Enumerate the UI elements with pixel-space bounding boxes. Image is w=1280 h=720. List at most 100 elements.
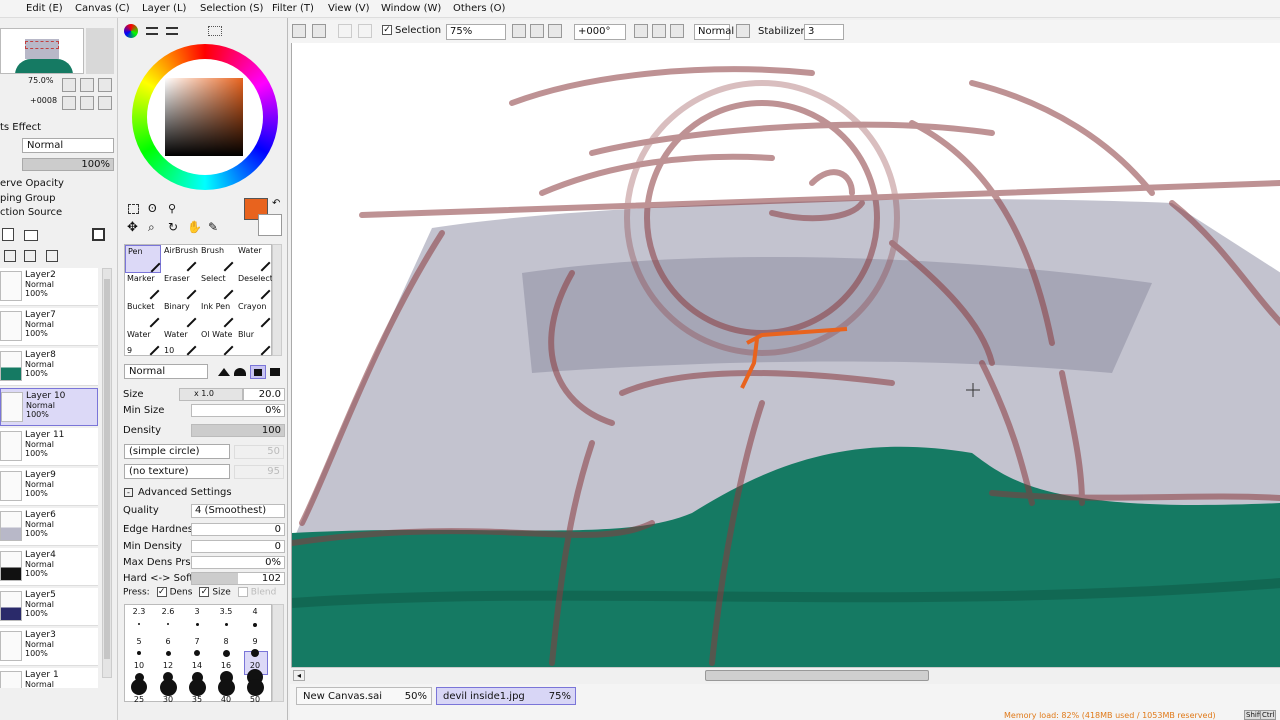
max-dens-slider[interactable]: 0% bbox=[191, 556, 285, 569]
min-density-slider[interactable]: 0 bbox=[191, 540, 285, 553]
rotate-right-button[interactable] bbox=[80, 96, 94, 110]
layer-row[interactable]: Layer4 Normal 100% bbox=[0, 548, 98, 586]
clipping-group-option[interactable]: ping Group bbox=[0, 193, 55, 204]
rotate-reset-button[interactable] bbox=[98, 96, 112, 110]
edge-hardness-slider[interactable]: 0 bbox=[191, 523, 285, 536]
size-row[interactable]: Size x 1.0 20.0 bbox=[123, 388, 285, 402]
brush-grid-scrollbar[interactable] bbox=[272, 244, 282, 356]
brush-size-dot[interactable] bbox=[246, 678, 264, 696]
advanced-settings-toggle[interactable]: - Advanced Settings bbox=[124, 487, 284, 500]
brush-size-dot[interactable] bbox=[137, 651, 141, 655]
move-icon[interactable]: ✥ bbox=[127, 220, 138, 235]
tip-square-icon[interactable] bbox=[270, 368, 280, 376]
layer-mask-icon[interactable] bbox=[92, 228, 105, 241]
secondary-color-swatch[interactable] bbox=[258, 214, 282, 236]
quality-select[interactable]: 4 (Smoothest) bbox=[191, 504, 285, 518]
brush-size-dot[interactable] bbox=[251, 649, 259, 657]
color-modes-row[interactable] bbox=[124, 24, 244, 38]
navigator-rotation[interactable]: +0008 bbox=[30, 96, 57, 105]
max-dens-row[interactable]: Max Dens Prs. 0% bbox=[123, 556, 285, 570]
brush-preset[interactable]: Bucket bbox=[125, 301, 161, 329]
canvas-hscroll[interactable]: ◂ bbox=[291, 667, 1280, 683]
hscroll-thumb[interactable] bbox=[705, 670, 929, 681]
blend-mode-select[interactable]: Normal bbox=[694, 24, 734, 40]
selection-toggle[interactable]: ✓ Selection bbox=[382, 25, 441, 36]
brush-size-dot[interactable] bbox=[222, 649, 230, 657]
menu-layer[interactable]: Layer (L) bbox=[142, 3, 186, 14]
flip-canvas-button[interactable] bbox=[736, 24, 750, 38]
brush-preset[interactable]: Ink Pen bbox=[199, 301, 235, 329]
layer-row[interactable]: Layer8 Normal 100% bbox=[0, 348, 98, 386]
color-sv-square[interactable] bbox=[165, 78, 243, 156]
brush-preset[interactable]: Brush bbox=[199, 245, 235, 273]
navigator-thumbnail[interactable] bbox=[0, 28, 84, 74]
min-size-row[interactable]: Min Size 0% bbox=[123, 404, 285, 418]
layer-row[interactable]: Layer2 Normal 100% bbox=[0, 268, 98, 306]
new-layer-icon[interactable] bbox=[2, 228, 14, 241]
size-value[interactable]: 20.0 bbox=[243, 388, 285, 401]
deselect-button[interactable] bbox=[338, 24, 352, 38]
rotate-cw-button[interactable] bbox=[652, 24, 666, 38]
layer-row[interactable]: Layer 10 Normal 100% bbox=[0, 388, 98, 426]
magic-wand-icon[interactable]: ⚲ bbox=[168, 202, 176, 215]
lasso-icon[interactable]: ʘ bbox=[148, 202, 157, 215]
zoom-in-button[interactable] bbox=[80, 78, 94, 92]
preserve-opacity-option[interactable]: erve Opacity bbox=[0, 178, 64, 189]
brush-preset[interactable]: AirBrush bbox=[162, 245, 198, 273]
brush-size-dot[interactable] bbox=[188, 678, 206, 696]
swatches-tab-icon[interactable] bbox=[208, 26, 222, 36]
navigator-zoom[interactable]: 75.0% bbox=[28, 76, 53, 85]
brush-size-dot[interactable] bbox=[195, 623, 199, 626]
toolbar-zoom-reset-button[interactable] bbox=[548, 24, 562, 38]
brush-preset[interactable]: Water bbox=[236, 245, 272, 273]
layer-row[interactable]: Layer3 Normal 100% bbox=[0, 628, 98, 666]
brush-size-dot[interactable] bbox=[138, 623, 140, 625]
menu-view[interactable]: View (V) bbox=[328, 3, 370, 14]
zoom-reset-button[interactable] bbox=[98, 78, 112, 92]
quality-row[interactable]: Quality 4 (Smoothest) bbox=[123, 504, 285, 518]
dens-checkbox[interactable]: ✓ bbox=[156, 587, 167, 597]
brush-size-dot[interactable] bbox=[165, 650, 171, 656]
brush-size-dot[interactable] bbox=[159, 678, 177, 696]
menu-selection[interactable]: Selection (S) bbox=[200, 3, 263, 14]
hard-soft-row[interactable]: Hard <-> Soft 102 bbox=[123, 572, 285, 586]
toolbar-zoom-out-button[interactable] bbox=[512, 24, 526, 38]
zoom-out-button[interactable] bbox=[62, 78, 76, 92]
drawing-canvas[interactable] bbox=[291, 43, 1280, 667]
rotate-zero-button[interactable] bbox=[670, 24, 684, 38]
rect-select-icon[interactable] bbox=[128, 204, 139, 214]
canvas-tab-devil-inside[interactable]: devil inside1.jpg 75% bbox=[436, 687, 576, 705]
brush-preset[interactable]: Pen bbox=[125, 245, 161, 273]
clear-icon[interactable] bbox=[24, 250, 36, 262]
brush-preset[interactable]: Crayon bbox=[236, 301, 272, 329]
brush-size-dot[interactable] bbox=[167, 623, 169, 625]
invert-selection-button[interactable] bbox=[358, 24, 372, 38]
size-checkbox[interactable]: ✓ bbox=[199, 587, 210, 597]
layer-row[interactable]: Layer9 Normal 100% bbox=[0, 468, 98, 506]
merge-icon[interactable] bbox=[4, 250, 16, 262]
zoom-select[interactable]: 75% bbox=[446, 24, 506, 40]
color-wheel-tab-icon[interactable] bbox=[124, 24, 138, 38]
scroll-left-button[interactable]: ◂ bbox=[293, 670, 305, 681]
brush-preset[interactable]: Marker bbox=[125, 273, 161, 301]
brush-texture-select[interactable]: (no texture) bbox=[124, 464, 230, 479]
brush-blend-mode-select[interactable]: Normal bbox=[124, 364, 208, 379]
selection-source-option[interactable]: ction Source bbox=[0, 207, 62, 218]
rgb-slider-tab-icon[interactable] bbox=[146, 27, 158, 35]
size-mult-select[interactable]: x 1.0 bbox=[179, 388, 243, 401]
stabilizer-select[interactable]: 3 bbox=[804, 24, 844, 40]
brush-preset[interactable]: Deselect bbox=[236, 273, 273, 301]
brush-preset[interactable]: Ol Wate bbox=[199, 329, 235, 357]
layer-row[interactable]: Layer 1 Normal bbox=[0, 668, 98, 688]
brush-size-dot[interactable] bbox=[194, 650, 200, 656]
selection-checkbox[interactable]: ✓ bbox=[382, 25, 392, 35]
brush-preset[interactable]: Blur bbox=[236, 329, 272, 357]
brush-shape-select[interactable]: (simple circle) bbox=[124, 444, 230, 459]
canvas-tab-new-canvas[interactable]: New Canvas.sai 50% bbox=[296, 687, 432, 705]
layer-row[interactable]: Layer7 Normal 100% bbox=[0, 308, 98, 346]
rotate-ccw-button[interactable] bbox=[634, 24, 648, 38]
hsv-slider-tab-icon[interactable] bbox=[166, 27, 178, 35]
brush-size-dot[interactable] bbox=[131, 679, 147, 695]
redo-button[interactable] bbox=[312, 24, 326, 38]
tip-shape-icons[interactable] bbox=[216, 365, 284, 379]
